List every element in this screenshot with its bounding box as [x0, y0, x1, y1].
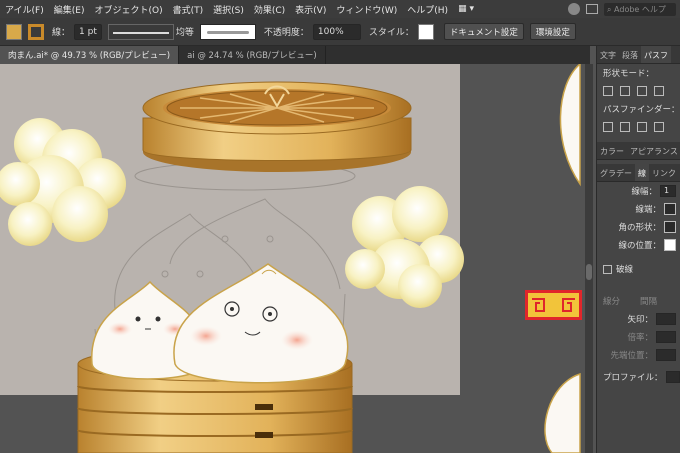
trim-icon[interactable] — [620, 122, 630, 132]
document-setup-button[interactable]: ドキュメント設定 — [443, 23, 524, 40]
cap-row: 線端： — [597, 200, 680, 218]
document-tab-bar: 肉まん.ai* @ 49.73 % (RGB/プレビュー) ai @ 24.74… — [0, 46, 590, 64]
align-row: 線の位置： — [597, 236, 680, 254]
gap-label: 間隔 — [640, 297, 658, 307]
preferences-button[interactable]: 環境設定 — [529, 23, 576, 40]
scale-input[interactable] — [656, 331, 676, 343]
document-tab-active[interactable]: 肉まん.ai* @ 49.73 % (RGB/プレビュー) — [0, 46, 180, 64]
stroke-profile-line — [112, 31, 169, 34]
menu-type[interactable]: 書式(T) — [168, 3, 209, 16]
tab-color[interactable]: カラー — [597, 142, 627, 159]
help-search-placeholder: Adobe ヘルプ — [614, 4, 666, 14]
steam-cloud-left — [0, 118, 126, 246]
opacity-field[interactable]: 100% — [312, 23, 361, 40]
canvas-workspace[interactable] — [0, 64, 590, 453]
document-tab[interactable]: ai @ 24.74 % (RGB/プレビュー) — [179, 46, 326, 64]
dashed-row: 破線 — [597, 260, 680, 278]
tip-row: 先端位置： — [597, 346, 680, 364]
shape-modes-label: 形状モード： — [603, 69, 655, 79]
dash-gap-row: 線分 間隔 — [597, 292, 680, 310]
illustration — [0, 64, 582, 453]
profile-label: 均等 — [175, 28, 194, 38]
menu-select[interactable]: 選択(S) — [208, 3, 249, 16]
tip-label: 先端位置： — [610, 351, 653, 361]
corner-row: 角の形状： — [597, 218, 680, 236]
stroke-weight-input[interactable]: 1 — [660, 185, 676, 197]
corner-label: 角の形状： — [618, 223, 661, 233]
menu-bar: アイル(F) 編集(E) オブジェクト(O) 書式(T) 選択(S) 効果(C)… — [0, 0, 680, 18]
arrow-label: 矢印： — [627, 315, 653, 325]
arrow-row: 矢印： — [597, 310, 680, 328]
workspace-switcher-icon[interactable]: ▦ ▾ — [453, 4, 479, 14]
menu-edit[interactable]: 編集(E) — [49, 3, 90, 16]
fill-swatch[interactable] — [6, 23, 22, 40]
style-label: スタイル： — [368, 28, 414, 38]
menu-object[interactable]: オブジェクト(O) — [89, 3, 167, 16]
minus-front-icon[interactable] — [620, 86, 630, 96]
scrollbar-thumb[interactable] — [586, 264, 592, 280]
help-search-input[interactable]: ⌕ Adobe ヘルプ — [604, 2, 676, 16]
profile-select[interactable] — [665, 371, 680, 383]
butt-cap-icon[interactable] — [664, 203, 676, 215]
dashed-label: 破線 — [616, 265, 634, 275]
stroke-weight-field[interactable]: 1 pt — [74, 23, 102, 40]
right-panel-dock: 文字 段落 パスフ 形状モード： パスファインダー： カラー アピアランス グラ… — [596, 46, 680, 453]
tab-pathfinder[interactable]: パスフ — [641, 46, 671, 63]
tip-position-input[interactable] — [656, 349, 676, 361]
panel-tabs-mid: カラー アピアランス — [597, 142, 680, 160]
pathfinder-buttons — [597, 118, 680, 136]
steamer-lid — [142, 81, 412, 172]
menu-view[interactable]: 表示(V) — [290, 3, 331, 16]
crop-icon[interactable] — [654, 122, 664, 132]
cap-label: 線端： — [635, 205, 661, 215]
steam-cloud-right — [345, 186, 464, 308]
merge-icon[interactable] — [637, 122, 647, 132]
unite-icon[interactable] — [603, 86, 613, 96]
brush-preview[interactable] — [199, 23, 256, 40]
right-side-bun-partial — [544, 64, 581, 453]
profile-row: プロファイル： — [597, 368, 680, 386]
stroke-weight-row-label: 線幅： — [631, 187, 657, 197]
panel-tabs-top: 文字 段落 パスフ — [597, 46, 680, 64]
opacity-label: 不透明度： — [263, 28, 309, 38]
brush-stroke-line — [206, 30, 249, 34]
shape-mode-buttons — [597, 82, 680, 100]
menu-file[interactable]: アイル(F) — [0, 3, 49, 16]
scale-label: 倍率： — [627, 333, 653, 343]
tab-character[interactable]: 文字 — [597, 46, 619, 63]
stroke-profile-preview[interactable] — [107, 23, 174, 40]
arrowhead-select[interactable] — [656, 313, 676, 325]
bun-right — [173, 263, 349, 384]
scale-row: 倍率： — [597, 328, 680, 346]
align-label: 線の位置： — [618, 241, 661, 251]
tab-paragraph[interactable]: 段落 — [619, 46, 641, 63]
control-bar: 線： 1 pt 均等 不透明度： 100% スタイル： ドキュメント設定 環境設… — [0, 18, 680, 46]
user-avatar-icon[interactable] — [568, 3, 580, 15]
stroke-label: 線： — [52, 28, 71, 38]
profile-label-panel: プロファイル： — [603, 373, 663, 383]
menu-window[interactable]: ウィンドウ(W) — [331, 3, 402, 16]
panel-tabs-stroke: グラデー 線 リンク — [597, 164, 680, 182]
stroke-swatch[interactable] — [28, 23, 44, 40]
tab-stroke[interactable]: 線 — [635, 164, 649, 181]
tab-links[interactable]: リンク — [649, 164, 679, 181]
panel-toggle-icon[interactable] — [586, 4, 598, 14]
exclude-icon[interactable] — [654, 86, 664, 96]
menu-effect[interactable]: 効果(C) — [249, 3, 290, 16]
pathfinder-label: パスファインダー： — [603, 105, 680, 115]
graphic-style-swatch[interactable] — [417, 23, 434, 40]
align-center-icon[interactable] — [664, 239, 676, 251]
stroke-weight-row: 線幅： 1 — [597, 182, 680, 200]
dash-label: 線分 — [603, 297, 621, 307]
tab-gradient[interactable]: グラデー — [597, 164, 635, 181]
chinese-pattern-tile — [525, 290, 582, 320]
menu-help[interactable]: ヘルプ(H) — [402, 3, 453, 16]
divide-icon[interactable] — [603, 122, 613, 132]
miter-join-icon[interactable] — [664, 221, 676, 233]
tab-appearance[interactable]: アピアランス — [627, 142, 680, 159]
intersect-icon[interactable] — [637, 86, 647, 96]
dashed-checkbox[interactable] — [603, 264, 612, 274]
vertical-scrollbar[interactable] — [585, 64, 593, 453]
